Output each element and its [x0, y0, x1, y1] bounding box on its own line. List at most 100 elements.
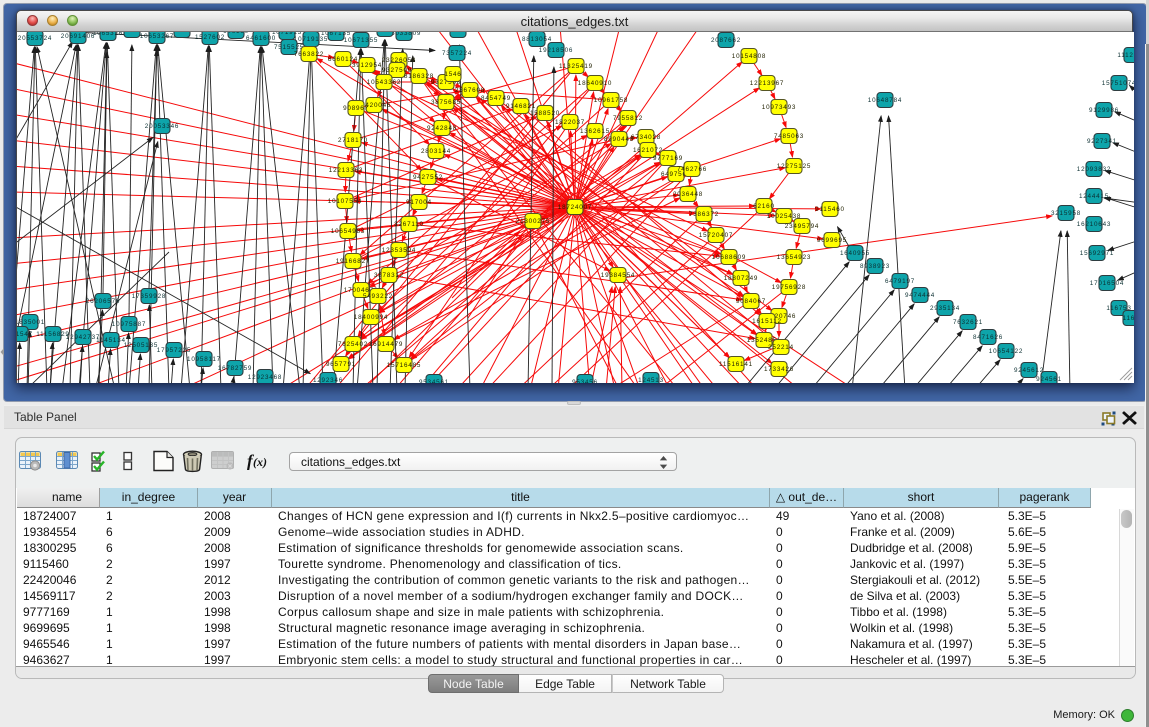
- svg-text:1145134: 1145134: [96, 337, 126, 344]
- svg-text:12942737: 12942737: [66, 334, 100, 341]
- svg-text:2803144: 2803144: [421, 148, 451, 155]
- svg-text:10107554: 10107554: [328, 198, 362, 205]
- svg-text:917004: 917004: [406, 199, 432, 206]
- svg-text:8990448: 8990448: [604, 136, 634, 143]
- svg-text:10961758: 10961758: [594, 97, 628, 104]
- svg-text:10654122: 10654122: [989, 348, 1023, 355]
- svg-text:9115460: 9115460: [815, 206, 845, 213]
- svg-text:11156829: 11156829: [36, 331, 69, 338]
- svg-text:21300275: 21300275: [516, 218, 550, 225]
- svg-text:13654923: 13654923: [777, 254, 811, 261]
- svg-text:7386372: 7386372: [689, 211, 719, 218]
- svg-text:3878312: 3878312: [374, 272, 404, 279]
- svg-text:10671355: 10671355: [344, 37, 378, 44]
- svg-text:17359928: 17359928: [132, 293, 166, 300]
- svg-text:751552: 751552: [445, 32, 471, 34]
- svg-text:19218506: 19218506: [539, 47, 573, 54]
- svg-text:751552: 751552: [372, 32, 398, 33]
- svg-text:10688609: 10688609: [712, 254, 746, 261]
- svg-text:10543362: 10543362: [367, 79, 401, 86]
- svg-text:1621072: 1621072: [633, 147, 663, 154]
- svg-text:18640910: 18640910: [578, 80, 612, 87]
- svg-text:252214: 252214: [768, 344, 794, 351]
- svg-text:19756928: 19756928: [772, 284, 806, 291]
- svg-text:9227341: 9227341: [1087, 138, 1117, 145]
- svg-text:8471626: 8471626: [973, 334, 1003, 341]
- svg-text:2718170: 2718170: [338, 137, 368, 144]
- svg-text:23495794: 23495794: [785, 223, 819, 230]
- svg-text:1835001: 1835001: [17, 319, 45, 326]
- svg-text:12213967: 12213967: [750, 80, 784, 87]
- svg-text:1527602: 1527602: [195, 34, 225, 41]
- svg-text:7515525: 7515525: [274, 44, 304, 51]
- svg-text:8454749: 8454749: [481, 95, 511, 102]
- svg-text:6734028: 6734028: [631, 134, 661, 141]
- svg-text:18807249: 18807249: [724, 275, 758, 282]
- svg-text:11516141: 11516141: [719, 361, 753, 368]
- svg-text:62160: 62160: [753, 203, 775, 210]
- svg-text:7357224: 7357224: [442, 50, 472, 57]
- svg-text:9534561: 9534561: [419, 379, 449, 383]
- svg-text:9427552: 9427552: [413, 174, 443, 181]
- svg-text:7632621: 7632621: [953, 319, 983, 326]
- svg-text:6461600: 6461600: [246, 35, 276, 42]
- svg-text:991547: 991547: [17, 331, 33, 338]
- svg-text:152760: 152760: [169, 32, 195, 34]
- svg-text:1588520: 1588520: [530, 110, 560, 117]
- svg-text:15692971: 15692971: [1080, 250, 1114, 257]
- svg-text:9084067: 9084067: [736, 298, 766, 305]
- svg-text:8186328: 8186328: [404, 73, 434, 80]
- svg-text:3215958: 3215958: [1051, 210, 1081, 217]
- svg-text:17957225: 17957225: [157, 347, 191, 354]
- svg-text:11325419: 11325419: [559, 63, 593, 70]
- svg-text:6479197: 6479197: [885, 278, 915, 285]
- svg-text:3267110: 3267110: [394, 221, 424, 228]
- svg-text:3875685: 3875685: [431, 99, 461, 106]
- svg-text:10719135: 10719135: [294, 36, 328, 43]
- svg-text:16782759: 16782759: [218, 365, 252, 372]
- svg-text:12093832: 12093832: [1077, 166, 1111, 173]
- svg-text:17016504: 17016504: [1090, 280, 1124, 287]
- svg-text:7663822: 7663822: [294, 51, 324, 58]
- svg-text:16914479: 16914479: [369, 341, 403, 348]
- svg-text:10975887: 10975887: [112, 321, 146, 328]
- svg-text:2935134: 2935134: [930, 305, 960, 312]
- svg-text:1733426: 1733426: [764, 366, 794, 373]
- svg-text:10154808: 10154808: [732, 53, 766, 60]
- svg-text:20691406: 20691406: [61, 33, 95, 40]
- svg-text:12923468: 12923468: [248, 374, 282, 381]
- svg-text:9245612: 9245612: [1014, 367, 1044, 374]
- svg-text:1244415: 1244415: [1079, 193, 1109, 200]
- svg-text:7625402: 7625402: [338, 341, 368, 348]
- svg-text:2036448: 2036448: [673, 191, 703, 198]
- svg-text:16210643: 16210643: [1077, 221, 1111, 228]
- svg-text:10958117: 10958117: [187, 356, 221, 363]
- svg-text:10654983: 10654983: [331, 228, 365, 235]
- svg-text:1546: 1546: [444, 71, 461, 78]
- svg-text:9777169: 9777169: [653, 155, 683, 162]
- svg-text:15751074: 15751074: [1102, 80, 1134, 87]
- svg-text:2867608: 2867608: [455, 87, 485, 94]
- svg-text:12353594: 12353594: [382, 247, 416, 254]
- svg-text:1292346: 1292346: [313, 377, 343, 383]
- svg-text:9657791: 9657791: [326, 361, 356, 368]
- svg-text:(x): (x): [253, 455, 267, 469]
- svg-text:9242848: 9242848: [427, 125, 457, 132]
- svg-text:3912954: 3912954: [352, 62, 382, 69]
- svg-text:19384554: 19384554: [601, 272, 635, 279]
- svg-text:20553724: 20553724: [18, 35, 52, 42]
- svg-text:1615112: 1615112: [752, 318, 782, 325]
- svg-text:9474444: 9474444: [905, 292, 935, 299]
- svg-text:10648784: 10648784: [868, 97, 902, 104]
- svg-text:8938923: 8938923: [860, 263, 890, 270]
- svg-text:924561: 924561: [1036, 376, 1062, 383]
- svg-text:953456: 953456: [572, 379, 598, 383]
- svg-text:9129986: 9129986: [1089, 107, 1119, 114]
- svg-text:1167: 1167: [1123, 315, 1134, 322]
- svg-text:12275125: 12275125: [777, 163, 811, 170]
- svg-text:12213363: 12213363: [329, 167, 363, 174]
- svg-text:26206576: 26206576: [86, 298, 120, 305]
- svg-text:20053346: 20053346: [145, 123, 179, 130]
- svg-text:7485063: 7485063: [774, 133, 804, 140]
- svg-text:10973493: 10973493: [762, 104, 796, 111]
